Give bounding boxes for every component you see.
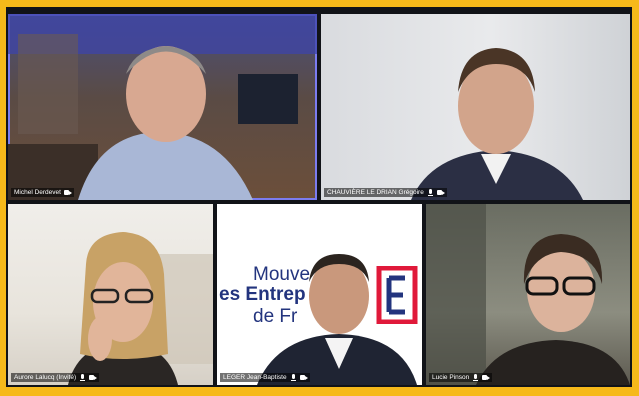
video-tile-aurore-lalucq[interactable]: Aurore Lalucq (Invité)	[8, 204, 213, 385]
participant-video	[8, 14, 317, 200]
participant-name: Aurore Lalucq (Invité)	[14, 374, 77, 381]
participant-name-tag: CHAUVIÈRE LE DRIAN Grégoire	[324, 188, 447, 197]
camera-icon	[89, 374, 98, 381]
participant-video	[411, 48, 583, 200]
microphone-icon	[290, 374, 297, 381]
participant-video	[68, 232, 213, 385]
participant-video	[257, 254, 417, 385]
camera-icon	[482, 374, 491, 381]
participant-video	[426, 204, 630, 385]
camera-icon	[63, 189, 72, 196]
participant-name-tag: Aurore Lalucq (Invité)	[11, 373, 100, 382]
microphone-icon	[472, 374, 479, 381]
video-tile-michel-derdevet[interactable]: Michel Derdevet	[8, 14, 317, 200]
participant-name-tag: Michel Derdevet	[11, 188, 74, 197]
participant-name: Lucie Pinson	[432, 374, 470, 381]
video-tile-lucie-pinson[interactable]: Lucie Pinson	[426, 204, 630, 385]
video-tile-leger-jean-baptiste[interactable]: Mouve es Entrep de Fr LEGER Jean-Baptist…	[217, 204, 422, 385]
participant-name-tag: Lucie Pinson	[429, 373, 493, 382]
microphone-icon	[79, 374, 86, 381]
microphone-icon	[427, 189, 434, 196]
video-grid: Michel Derdevet CHAUVIÈRE LE DRIAN Grégo…	[6, 7, 632, 387]
video-tile-chauviere-le-drian[interactable]: CHAUVIÈRE LE DRIAN Grégoire	[321, 14, 630, 200]
camera-icon	[436, 189, 445, 196]
participant-name: LEGER Jean-Baptiste	[223, 374, 287, 381]
participant-name: Michel Derdevet	[14, 189, 61, 196]
camera-icon	[299, 374, 308, 381]
participant-name: CHAUVIÈRE LE DRIAN Grégoire	[327, 189, 424, 196]
participant-name-tag: LEGER Jean-Baptiste	[220, 373, 310, 382]
